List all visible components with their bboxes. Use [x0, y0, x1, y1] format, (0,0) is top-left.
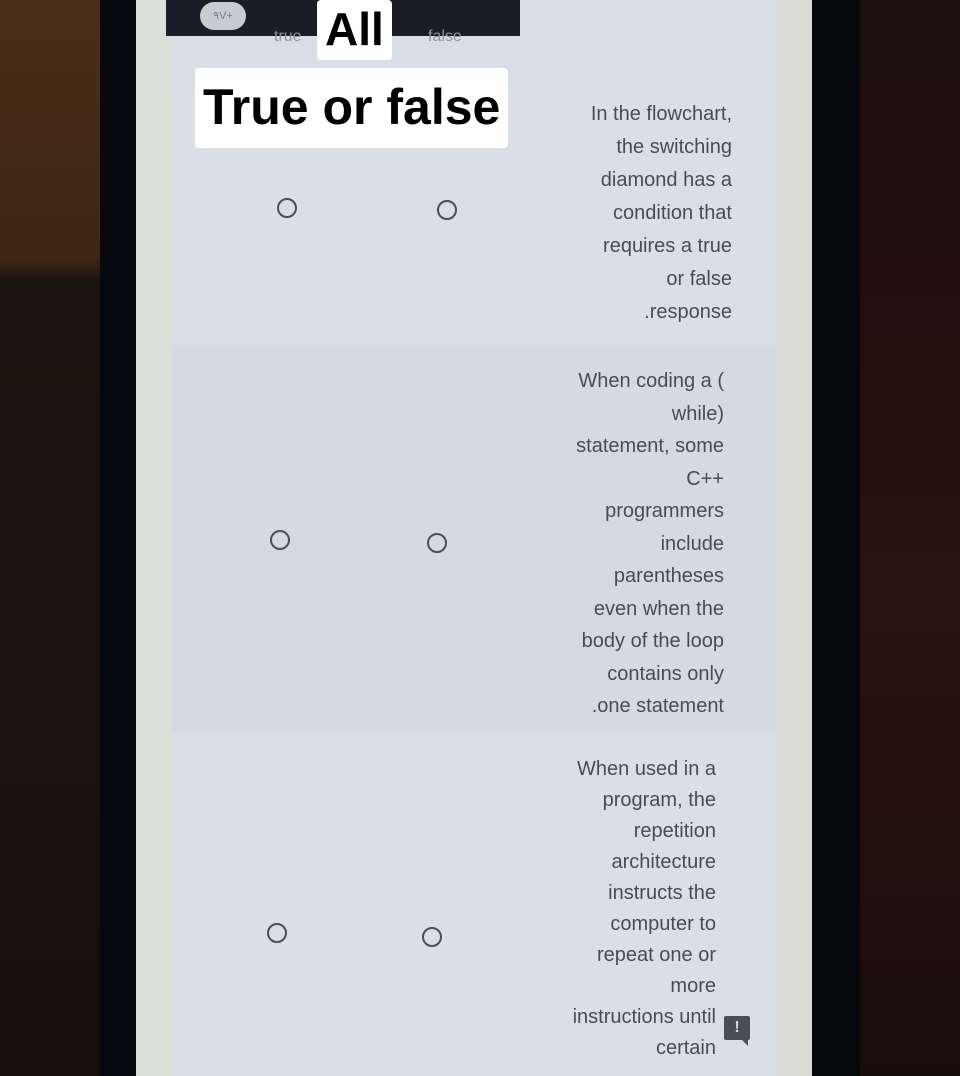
- question-line: the switching: [616, 136, 732, 158]
- profile-badge[interactable]: ٩V+: [200, 2, 246, 30]
- question-line: more: [670, 975, 716, 997]
- radio-true[interactable]: [267, 923, 287, 943]
- phone-bezel-right: [812, 0, 860, 1076]
- radio-false[interactable]: [422, 927, 442, 947]
- question-line: statement, some: [576, 435, 724, 457]
- question-line: repetition: [633, 820, 716, 842]
- question-line: condition that: [613, 202, 732, 224]
- phone-bezel-left: [100, 0, 136, 1076]
- question-text: In the flowchart, the switching diamond …: [512, 98, 732, 329]
- column-header-false: false: [428, 28, 462, 45]
- overlay-caption-all: All: [317, 0, 392, 60]
- question-line: instructions until: [572, 1006, 716, 1028]
- question-line: instructs the: [608, 882, 716, 904]
- question-line: contains only: [607, 662, 724, 685]
- question-line: .response: [644, 301, 732, 323]
- radio-true[interactable]: [270, 530, 290, 550]
- question-line: include: [660, 532, 724, 555]
- column-header-true: true: [274, 28, 302, 45]
- question-line: .one statement: [591, 695, 724, 717]
- question-text: When used in a program, the repetition a…: [476, 754, 716, 1064]
- radio-false[interactable]: [427, 533, 447, 553]
- question-line: certain: [655, 1037, 716, 1059]
- question-line: diamond has a: [600, 169, 732, 191]
- question-line: parentheses: [613, 565, 724, 587]
- question-line: architecture: [611, 851, 717, 873]
- question-line: programmers: [605, 500, 724, 522]
- question-text: When coding a ( while) statement, some C…: [504, 365, 724, 723]
- question-line: When coding a (: [578, 370, 724, 392]
- question-line: repeat one or: [597, 944, 716, 966]
- question-line: computer to: [610, 913, 716, 935]
- question-row: When coding a ( while) statement, some C…: [172, 345, 776, 733]
- phone-screen: ٩V+ true false In the flowchart, the swi…: [136, 0, 812, 1076]
- question-line: requires a true: [603, 235, 732, 257]
- screen-margin-right: [776, 0, 812, 1076]
- screen-margin-left: [136, 0, 172, 1076]
- report-problem-icon[interactable]: !: [724, 1016, 750, 1046]
- question-line: even when the: [593, 597, 724, 620]
- radio-false[interactable]: [437, 200, 457, 220]
- question-line: When used in a: [577, 758, 716, 780]
- question-line: body of the loop: [581, 630, 724, 652]
- question-line: or false: [666, 268, 732, 290]
- overlay-caption-title: True or false: [195, 68, 509, 148]
- question-line: program, the: [602, 789, 716, 811]
- question-line: while): [671, 402, 724, 425]
- question-line: C++: [686, 467, 724, 490]
- background-left: [0, 0, 110, 1076]
- question-line: In the flowchart,: [590, 103, 732, 125]
- radio-true[interactable]: [277, 198, 297, 218]
- question-row: When used in a program, the repetition a…: [172, 738, 776, 1076]
